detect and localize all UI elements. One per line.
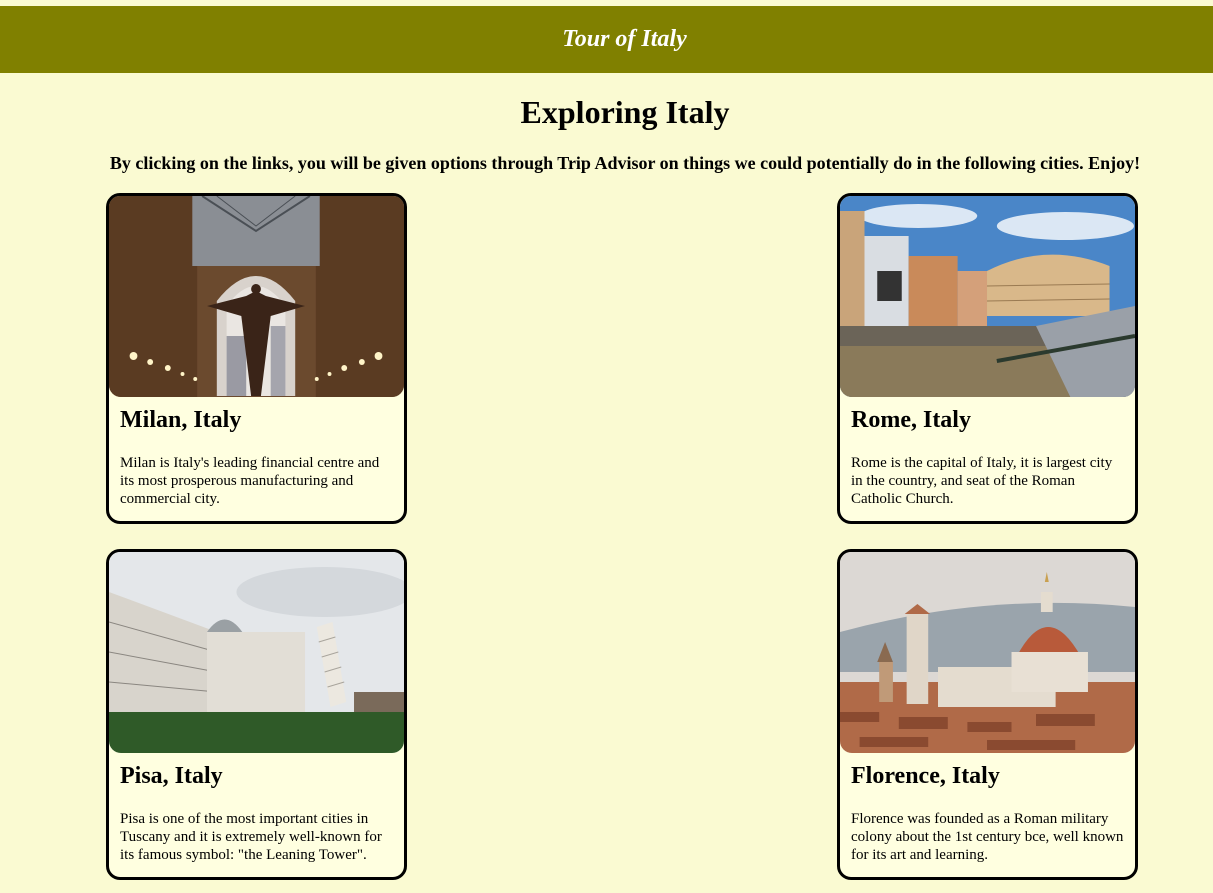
city-card-pisa[interactable]: Pisa, Italy Pisa is one of the most impo… bbox=[106, 549, 407, 880]
city-card-rome[interactable]: Rome, Italy Rome is the capital of Italy… bbox=[837, 193, 1138, 524]
card-title: Florence, Italy bbox=[851, 763, 1000, 789]
card-description: Pisa is one of the most important cities… bbox=[120, 811, 382, 863]
milan-photo[interactable] bbox=[109, 196, 404, 397]
page-title: Exploring Italy bbox=[520, 94, 730, 130]
florence-photo[interactable] bbox=[840, 552, 1135, 753]
card-description: Milan is Italy's leading financial centr… bbox=[120, 455, 380, 507]
card-description: Rome is the capital of Italy, it is larg… bbox=[851, 455, 1113, 507]
city-card-florence[interactable]: Florence, Italy Florence was founded as … bbox=[837, 549, 1138, 880]
pisa-photo[interactable] bbox=[109, 552, 404, 753]
site-title: Tour of Italy bbox=[562, 26, 687, 52]
card-title: Milan, Italy bbox=[120, 407, 242, 433]
card-title: Rome, Italy bbox=[851, 407, 971, 433]
card-title: Pisa, Italy bbox=[120, 763, 223, 789]
city-card-milan[interactable]: Milan, Italy Milan is Italy's leading fi… bbox=[106, 193, 407, 524]
intro-text: By clicking on the links, you will be gi… bbox=[109, 153, 1141, 173]
rome-photo[interactable] bbox=[840, 196, 1135, 397]
card-description: Florence was founded as a Roman military… bbox=[851, 811, 1124, 863]
site-header: Tour of Italy bbox=[0, 6, 1213, 73]
